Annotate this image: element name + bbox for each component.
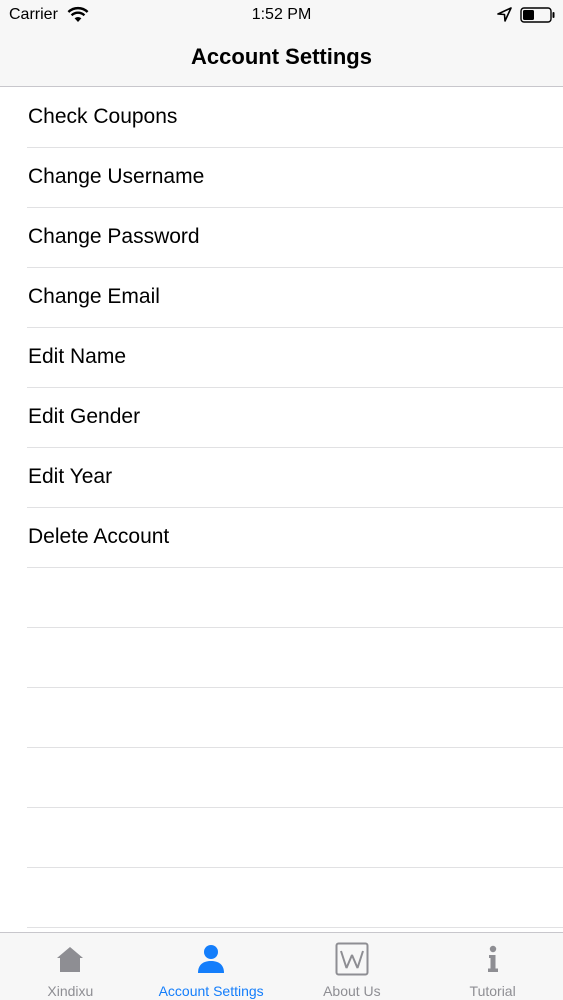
screen: Carrier 1:52 PM Account Settings Check C… xyxy=(0,0,563,1000)
empty-row xyxy=(0,628,563,688)
navigation-bar: Account Settings xyxy=(0,30,563,87)
battery-icon xyxy=(520,7,555,23)
tab-account-settings[interactable]: Account Settings xyxy=(141,933,282,1000)
info-icon xyxy=(487,945,498,972)
tab-label: About Us xyxy=(323,983,381,999)
empty-row xyxy=(0,868,563,928)
menu-item-check-coupons[interactable]: Check Coupons xyxy=(0,88,563,148)
menu-item-label: Edit Gender xyxy=(28,405,141,428)
status-bar: Carrier 1:52 PM xyxy=(0,0,563,30)
settings-list: Check Coupons Change Username Change Pas… xyxy=(0,88,563,928)
tab-bar: Xindixu Account Settings About Us Tutori… xyxy=(0,932,563,1000)
person-icon xyxy=(198,945,225,973)
menu-item-edit-name[interactable]: Edit Name xyxy=(0,328,563,388)
location-arrow-icon xyxy=(497,7,512,22)
tab-xindixu[interactable]: Xindixu xyxy=(0,933,141,1000)
menu-item-change-username[interactable]: Change Username xyxy=(0,148,563,208)
menu-item-label: Edit Year xyxy=(28,465,113,488)
menu-item-edit-gender[interactable]: Edit Gender xyxy=(0,388,563,448)
menu-item-label: Check Coupons xyxy=(28,105,178,128)
tab-tutorial[interactable]: Tutorial xyxy=(422,933,563,1000)
menu-item-change-password[interactable]: Change Password xyxy=(0,208,563,268)
menu-item-label: Change Email xyxy=(28,285,160,308)
menu-item-delete-account[interactable]: Delete Account xyxy=(0,508,563,568)
empty-row xyxy=(0,568,563,628)
menu-item-label: Change Password xyxy=(28,225,200,248)
tab-label: Account Settings xyxy=(158,983,264,999)
empty-row xyxy=(0,688,563,748)
menu-item-label: Edit Name xyxy=(28,345,127,368)
tab-about-us[interactable]: About Us xyxy=(282,933,423,1000)
tab-label: Tutorial xyxy=(469,983,516,999)
empty-row xyxy=(0,748,563,808)
tab-label: Xindixu xyxy=(47,983,94,999)
status-time: 1:52 PM xyxy=(251,6,312,23)
page-title: Account Settings xyxy=(191,44,372,69)
menu-item-label: Change Username xyxy=(28,165,205,188)
home-icon xyxy=(57,947,84,972)
wikipedia-icon xyxy=(335,942,369,976)
empty-row xyxy=(0,808,563,868)
menu-item-label: Delete Account xyxy=(28,525,170,548)
menu-item-change-email[interactable]: Change Email xyxy=(0,268,563,328)
menu-item-edit-year[interactable]: Edit Year xyxy=(0,448,563,508)
